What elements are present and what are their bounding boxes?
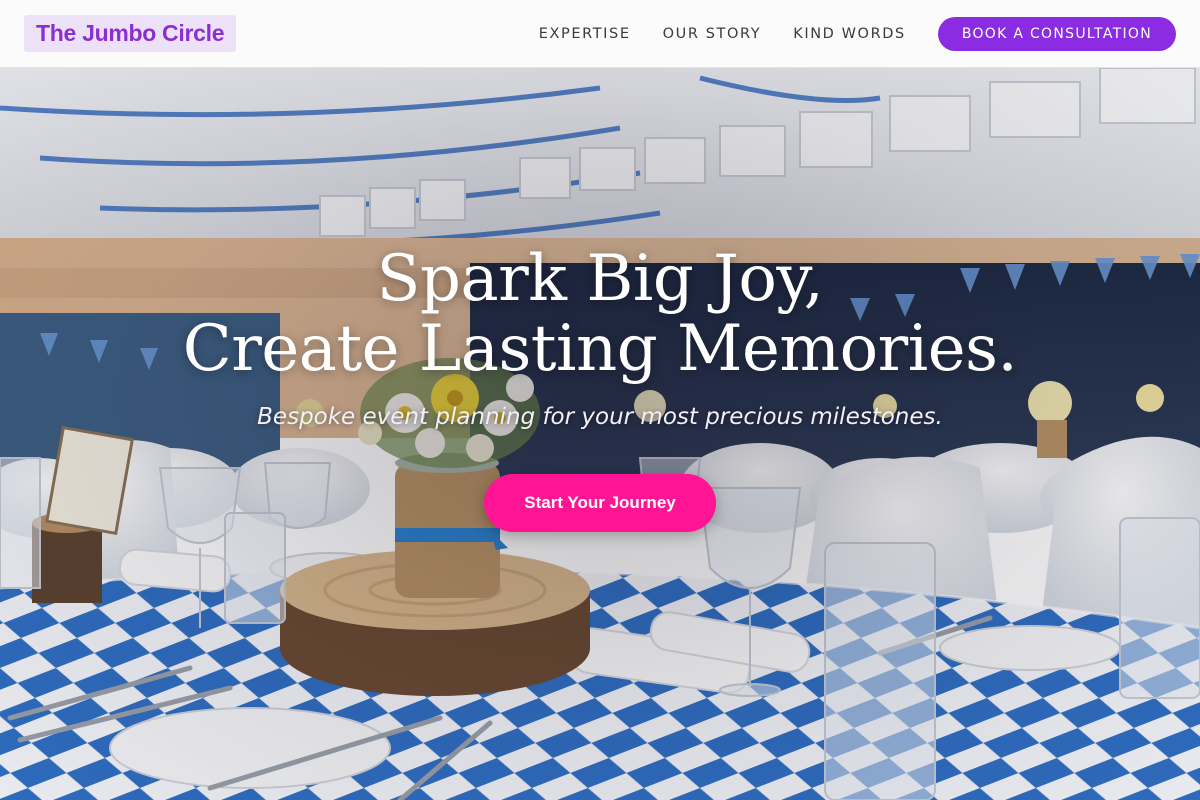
book-consultation-button[interactable]: BOOK A CONSULTATION [937, 16, 1176, 51]
hero-title-line-1: Spark Big Joy, [376, 242, 824, 316]
brand-logo[interactable]: The Jumbo Circle [24, 15, 237, 52]
start-journey-button[interactable]: Start Your Journey [484, 474, 716, 532]
nav-link-expertise[interactable]: EXPERTISE [539, 26, 631, 42]
nav-link-kind-words[interactable]: KIND WORDS [793, 26, 906, 42]
hero-subtitle: Bespoke event planning for your most pre… [257, 404, 943, 430]
hero-title-line-2: Create Lasting Memories. [182, 312, 1018, 386]
hero-content: Spark Big Joy, Create Lasting Memories. … [0, 244, 1200, 532]
hero-title: Spark Big Joy, Create Lasting Memories. [0, 244, 1200, 384]
hero-section: Spark Big Joy, Create Lasting Memories. … [0, 68, 1200, 800]
site-header: The Jumbo Circle EXPERTISE OUR STORY KIN… [0, 0, 1200, 68]
nav-link-our-story[interactable]: OUR STORY [663, 26, 762, 42]
main-nav: EXPERTISE OUR STORY KIND WORDS BOOK A CO… [539, 16, 1176, 51]
